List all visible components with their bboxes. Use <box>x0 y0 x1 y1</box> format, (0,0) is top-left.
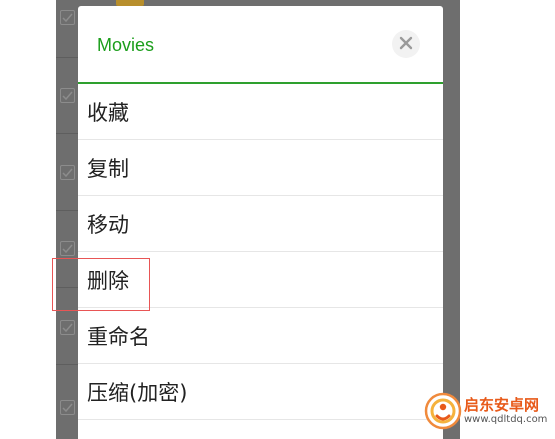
background-divider <box>56 364 78 365</box>
menu-item-compress[interactable]: 压缩(加密) <box>78 364 443 420</box>
menu-item-move[interactable]: 移动 <box>78 196 443 252</box>
close-button[interactable] <box>392 30 420 58</box>
checkbox-icon <box>60 10 75 25</box>
dialog-title: Movies <box>97 35 155 55</box>
left-margin <box>0 0 56 439</box>
watermark: 启东安卓网 www.qdltdq.com <box>424 392 547 430</box>
background-divider <box>56 210 78 211</box>
background-divider <box>56 287 78 288</box>
menu-list: 收藏 复制 移动 删除 重命名 压缩(加密) <box>78 84 443 420</box>
checkbox-icon <box>60 320 75 335</box>
menu-item-delete[interactable]: 删除 <box>78 252 443 308</box>
dialog-header: Movies <box>78 6 443 82</box>
right-margin <box>460 0 555 439</box>
watermark-name: 启东安卓网 <box>464 395 540 414</box>
checkbox-icon <box>60 88 75 103</box>
background-divider <box>56 133 78 134</box>
background-divider <box>56 57 78 58</box>
menu-item-rename[interactable]: 重命名 <box>78 308 443 364</box>
watermark-url: www.qdltdq.com <box>464 413 548 425</box>
context-menu-dialog: Movies 收藏 复制 移动 删除 重命名 压缩(加密) <box>78 6 443 439</box>
checkbox-icon <box>60 400 75 415</box>
close-icon <box>399 35 413 54</box>
menu-item-copy[interactable]: 复制 <box>78 140 443 196</box>
watermark-text: 启东安卓网 www.qdltdq.com <box>464 395 548 426</box>
watermark-logo-icon <box>424 392 462 430</box>
checkbox-icon <box>60 241 75 256</box>
menu-item-favorite[interactable]: 收藏 <box>78 84 443 140</box>
checkbox-icon <box>60 165 75 180</box>
